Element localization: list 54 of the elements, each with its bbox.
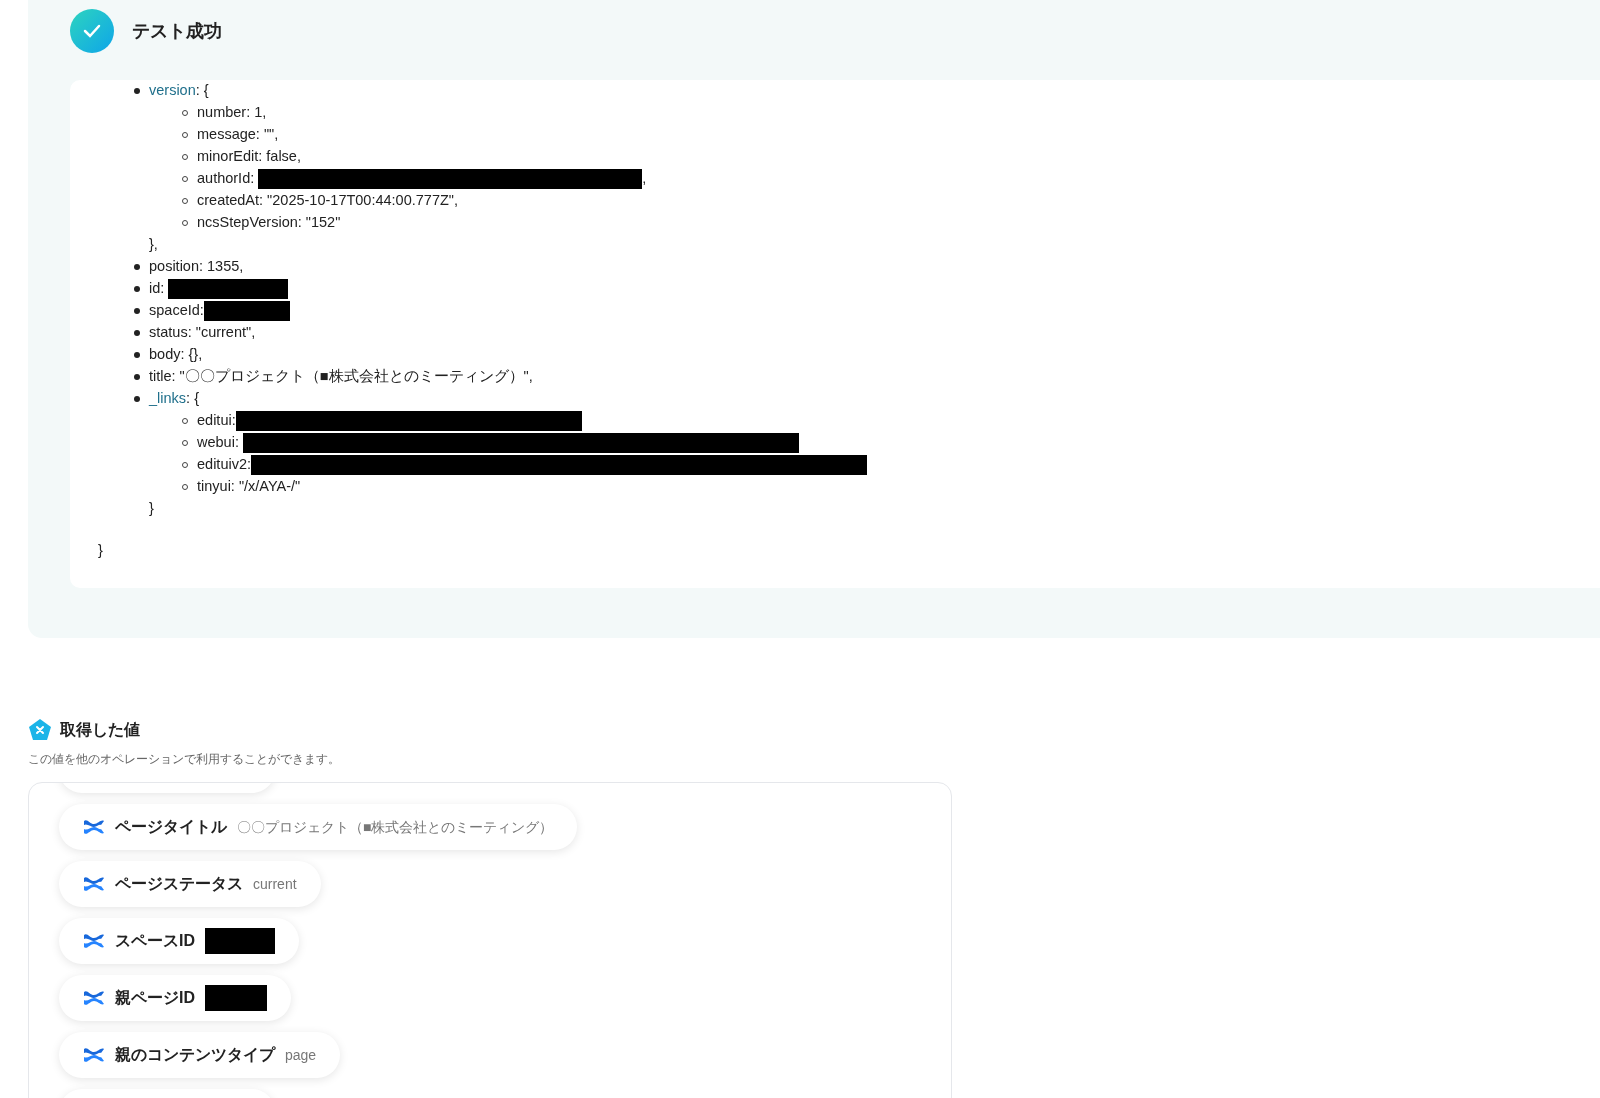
value-chip[interactable]: ページタイトル 〇〇プロジェクト（■株式会社とのミーティング） — [59, 804, 578, 850]
bullet-icon — [134, 308, 140, 314]
json-line: } — [98, 541, 103, 561]
bullet-icon — [134, 352, 140, 358]
value-label: 親のコンテンツタイプ — [115, 1045, 275, 1065]
value-chip[interactable]: 親のコンテンツタイプ page — [59, 1032, 341, 1078]
json-line: spaceId: — [149, 301, 204, 321]
json-line: number: 1, — [197, 103, 267, 123]
confluence-icon — [83, 931, 105, 951]
value-label: ページステータス — [115, 874, 243, 894]
json-line: webui: — [197, 433, 240, 453]
value-text: current — [253, 874, 297, 894]
json-line: authorId: — [197, 169, 256, 189]
json-line: edituiv2: — [197, 455, 251, 475]
confluence-icon — [83, 874, 105, 894]
value-text: page — [285, 1045, 317, 1065]
json-line: }, — [149, 235, 158, 255]
json-line: title: "〇〇プロジェクト（■株式会社とのミーティング）", — [149, 367, 533, 387]
json-line: editui: — [197, 411, 236, 431]
value-text: 〇〇プロジェクト（■株式会社とのミーティング） — [237, 817, 554, 837]
json-line: tinyui: "/x/AYA-/" — [197, 477, 301, 497]
section-subtitle: この値を他のオペレーションで利用することができます。 — [28, 751, 341, 768]
confluence-icon — [83, 988, 105, 1008]
check-circle-icon — [70, 9, 114, 53]
value-label: 親ページID — [115, 988, 195, 1008]
result-title: テスト成功 — [132, 19, 222, 43]
bullet-icon — [134, 396, 140, 402]
json-line: message: "", — [197, 125, 279, 145]
json-line: } — [149, 499, 154, 519]
pentagon-x-icon — [28, 718, 52, 742]
value-chip[interactable]: 親ページID — [59, 975, 291, 1021]
confluence-icon — [83, 817, 105, 837]
json-line: position: 1355, — [149, 257, 244, 277]
value-chip[interactable]: ページステータス current — [59, 861, 321, 907]
json-line: id: — [149, 279, 166, 299]
json-line: body: {}, — [149, 345, 203, 365]
json-line: status: "current", — [149, 323, 256, 343]
value-chip[interactable]: スペースID — [59, 918, 299, 964]
json-line: , — [642, 169, 647, 189]
json-line: : { — [186, 389, 199, 409]
value-label: ページタイトル — [115, 817, 227, 837]
bullet-icon — [134, 330, 140, 336]
json-line: minorEdit: false, — [197, 147, 301, 167]
json-line: createdAt: "2025-10-17T00:44:00.777Z", — [197, 191, 458, 211]
json-key: version — [149, 80, 196, 102]
bullet-icon — [134, 264, 140, 270]
json-line: ncsStepVersion: "152" — [197, 213, 341, 233]
bullet-icon — [134, 88, 140, 94]
section-title: 取得した値 — [60, 720, 140, 740]
value-label: スペースID — [115, 931, 195, 951]
confluence-icon — [83, 1045, 105, 1065]
bullet-icon — [134, 374, 140, 380]
json-line: : { — [195, 81, 209, 101]
bullet-icon — [134, 286, 140, 292]
